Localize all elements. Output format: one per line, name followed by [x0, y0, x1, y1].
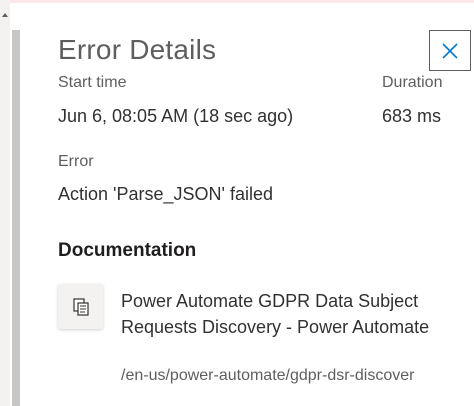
documentation-link-title[interactable]: Power Automate GDPR Data Subject Request…	[121, 288, 451, 340]
scroll-up-arrow-icon[interactable]	[0, 8, 10, 22]
close-button[interactable]	[429, 30, 471, 71]
duration-value: 683 ms	[382, 106, 442, 126]
copy-document-icon	[72, 297, 89, 316]
scrollbar-thumb[interactable]	[12, 30, 20, 406]
error-details-panel: Error Details Start time Duration Jun 6,…	[24, 3, 474, 406]
error-label: Error	[58, 153, 94, 170]
start-time-value: Jun 6, 08:05 AM (18 sec ago)	[58, 106, 294, 126]
error-message: Action 'Parse_JSON' failed	[58, 184, 273, 204]
start-time-label: Start time	[58, 74, 127, 91]
error-details-page: Error Details Start time Duration Jun 6,…	[0, 0, 474, 406]
documentation-link-url[interactable]: /en-us/power-automate/gdpr-dsr-discover	[121, 367, 450, 385]
documentation-item-icon-box	[58, 284, 103, 329]
close-icon	[442, 42, 458, 59]
scrollbar-track[interactable]	[0, 0, 10, 406]
documentation-heading: Documentation	[58, 240, 197, 261]
duration-label: Duration	[382, 74, 443, 91]
panel-title: Error Details	[58, 34, 217, 65]
